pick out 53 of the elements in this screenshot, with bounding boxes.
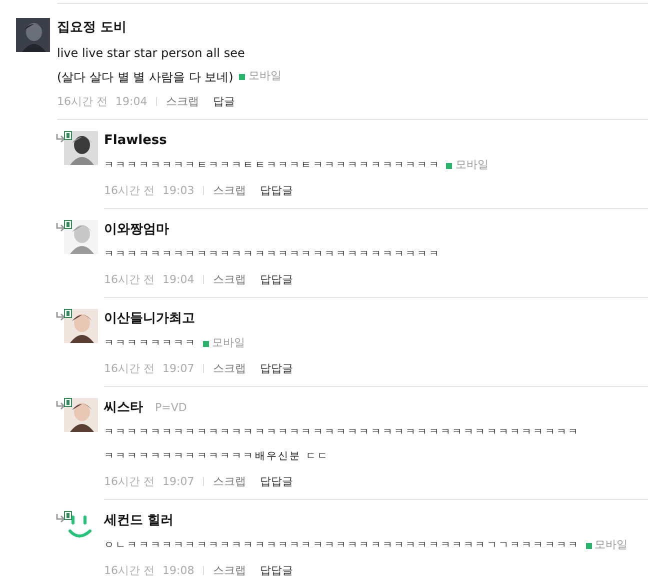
time-ago: 16시간 전 (104, 272, 154, 288)
comment-time: 19:08 (162, 562, 194, 578)
scrap-link[interactable]: 스크랩 (166, 94, 200, 110)
time-ago: 16시간 전 (104, 182, 154, 198)
author-name[interactable]: 세컨드 힐러 (104, 511, 174, 530)
mobile-label: 모바일 (212, 335, 245, 352)
scrap-link[interactable]: 스크랩 (213, 474, 246, 490)
author-name[interactable]: 이산들니가최고 (104, 309, 195, 328)
author-name[interactable]: 씨스타 (104, 398, 143, 418)
level-badge-icon (64, 511, 72, 520)
comment-text: live live star star person all see (57, 44, 245, 62)
comment-text: ㅇㄴㅋㅋㅋㅋㅋㅋㅋㅋㅋㅋㅋㅋㅋㅋㅋㅋㅋㅋㅋㅋㅋㅋㅋㅋㅋㅋㅋㅋㅋㅋㅋㄱㄱㅋㅋㅋㅋㅋㅋ (104, 539, 580, 553)
comment-time: 19:04 (116, 94, 148, 110)
comment-text: ㅋㅋㅋㅋㅋㅋㅋㅋㅋㅋㅋㅋㅋㅋㅋㅋㅋㅋㅋㅋㅋㅋㅋㅋㅋㅋㅋㅋㅋㅋㅋㅋㅋㅋㅋㅋㅋㅋㅋㅋㅋ (104, 426, 580, 440)
reply-link[interactable]: 답답글 (260, 474, 294, 490)
comment-time: 19:07 (162, 360, 194, 376)
level-badge-icon (64, 131, 72, 140)
reply-arrow-icon (56, 223, 66, 232)
time-ago: 16시간 전 (57, 94, 108, 110)
reply-arrow-icon (56, 134, 66, 143)
author-name[interactable]: Flawless (104, 131, 167, 150)
mobile-label: 모바일 (594, 537, 628, 554)
comment-time: 19:03 (162, 182, 194, 198)
level-badge-icon (64, 220, 72, 229)
scrap-link[interactable]: 스크랩 (213, 562, 246, 579)
comment-text: (살다 살다 별 별 사람을 다 보네) (57, 68, 234, 86)
reply-link[interactable]: 답글 (213, 94, 236, 110)
author-name[interactable]: 이와짱엄마 (104, 220, 169, 240)
scrap-link[interactable]: 스크랩 (213, 182, 246, 199)
reply-arrow-icon (56, 312, 66, 321)
reply-link[interactable]: 답답글 (260, 562, 294, 579)
comment-text: ㅋㅋㅋㅋㅋㅋㅋㅋ (104, 337, 197, 351)
comment-time: 19:04 (162, 272, 194, 288)
mobile-label: 모바일 (455, 157, 488, 174)
level-badge-icon (64, 309, 72, 318)
reply-link[interactable]: 답답글 (260, 360, 294, 377)
author-name[interactable]: 집요정 도비 (57, 18, 127, 38)
time-ago: 16시간 전 (104, 474, 154, 490)
reply-arrow-icon (56, 514, 66, 523)
comment-text: ㅋㅋㅋㅋㅋㅋㅋㅋㅋㅋㅋㅋㅋㅋㅋㅋㅋㅋㅋㅋㅋㅋㅋㅋㅋㅋㅋㅋㅋ (104, 248, 440, 262)
reply-arrow-icon (56, 401, 66, 410)
author-tag: P=VD (155, 400, 187, 416)
mobile-label: 모바일 (248, 68, 282, 84)
reply-link[interactable]: 답답글 (260, 272, 294, 288)
scrap-link[interactable]: 스크랩 (213, 360, 246, 377)
comment-time: 19:07 (162, 474, 194, 490)
level-badge-icon (64, 398, 72, 407)
time-ago: 16시간 전 (104, 360, 154, 376)
time-ago: 16시간 전 (104, 562, 154, 578)
reply-link[interactable]: 답답글 (260, 182, 294, 199)
comment-text: ㅋㅋㅋㅋㅋㅋㅋㅋㅌㅋㅋㅋㅌㅌㅋㅋㅋㅌㅋㅋㅋㅋㅋㅋㅋㅋㅋㅋㅋ (104, 159, 440, 173)
scrap-link[interactable]: 스크랩 (213, 272, 246, 288)
comment-text: ㅋㅋㅋㅋㅋㅋㅋㅋㅋㅋㅋㅋㅋ배우신분 ㄷㄷ (104, 450, 330, 464)
